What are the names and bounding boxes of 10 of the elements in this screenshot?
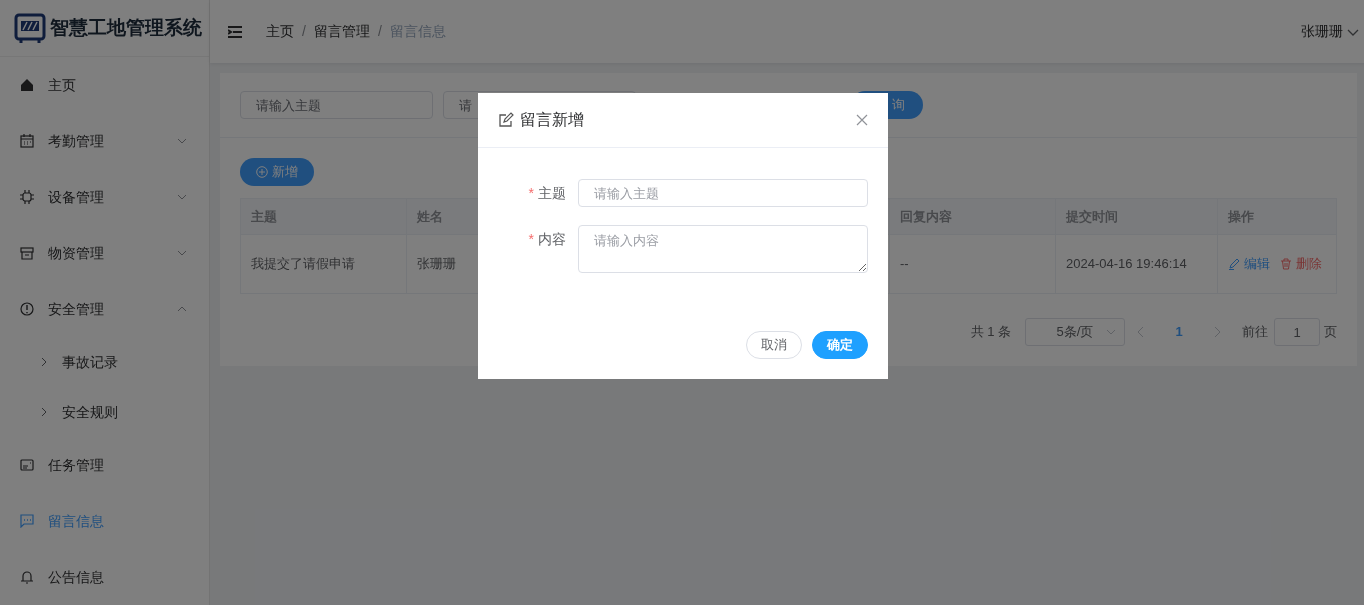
- breadcrumb-separator: /: [377, 22, 382, 41]
- app-title: 智慧工地管理系统: [50, 15, 202, 40]
- breadcrumb-separator: /: [302, 22, 306, 41]
- goto-label: 前往: [1242, 323, 1268, 342]
- goto-suffix: 页: [1324, 323, 1337, 342]
- table-cell: 2024-04-16 19:46:14: [1055, 235, 1217, 293]
- total-count: 共 1 条: [970, 323, 1011, 342]
- table-cell: --: [889, 235, 1055, 293]
- table-cell-text: 我提交了请假申请: [250, 255, 356, 274]
- dialog-title: 留言新增: [520, 110, 584, 130]
